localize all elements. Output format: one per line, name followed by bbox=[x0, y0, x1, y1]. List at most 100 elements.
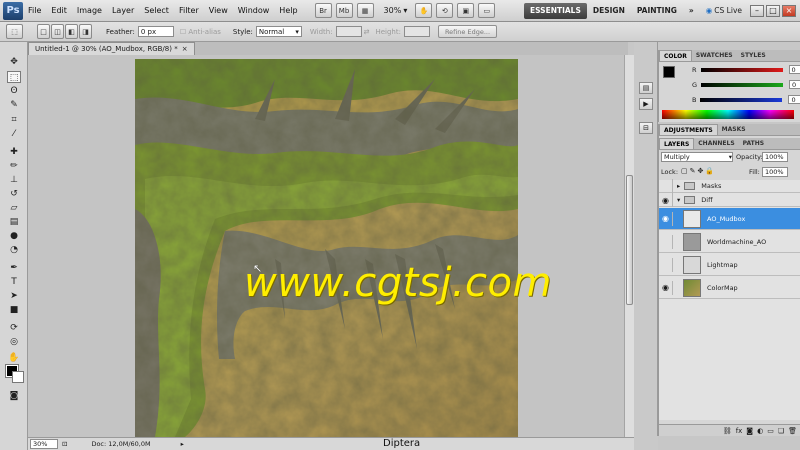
mask-icon[interactable]: ◙ bbox=[746, 427, 753, 435]
blend-mode-select[interactable]: Multiply ▾ bbox=[661, 152, 733, 162]
path-selection-tool-icon[interactable]: ➤ bbox=[7, 290, 21, 302]
view-extras-button[interactable]: ▦ bbox=[356, 3, 374, 18]
tab-channels[interactable]: CHANNELS bbox=[694, 138, 738, 149]
workspace-essentials[interactable]: ESSENTIALS bbox=[523, 2, 587, 19]
layer-group-diff[interactable]: ◉ ▾ Diff bbox=[659, 193, 800, 207]
tab-masks[interactable]: MASKS bbox=[718, 124, 750, 135]
pen-tool-icon[interactable]: ✒ bbox=[7, 262, 21, 274]
chevron-right-icon[interactable]: ▸ bbox=[677, 182, 680, 190]
menu-filter[interactable]: Filter bbox=[174, 6, 204, 15]
visibility-toggle[interactable] bbox=[659, 234, 673, 249]
eye-icon[interactable]: ◉ bbox=[659, 211, 673, 226]
menu-select[interactable]: Select bbox=[139, 6, 174, 15]
3d-rotate-tool-icon[interactable]: ⟳ bbox=[7, 322, 21, 334]
menu-edit[interactable]: Edit bbox=[46, 6, 72, 15]
menu-file[interactable]: File bbox=[23, 6, 46, 15]
tab-color[interactable]: COLOR bbox=[659, 50, 692, 61]
gradient-tool-icon[interactable]: ▤ bbox=[7, 216, 21, 228]
chevron-down-icon[interactable]: ▾ bbox=[677, 196, 680, 204]
new-selection-button[interactable]: □ bbox=[37, 24, 50, 39]
opacity-input[interactable]: 100% bbox=[762, 152, 788, 162]
color-spectrum-ramp[interactable] bbox=[662, 110, 794, 119]
link-icon[interactable]: ⛓ bbox=[723, 427, 732, 435]
fx-icon[interactable]: fx bbox=[736, 427, 743, 435]
history-brush-tool-icon[interactable]: ↺ bbox=[7, 188, 21, 200]
feather-input[interactable]: 0 px bbox=[137, 26, 174, 37]
fill-input[interactable]: 100% bbox=[762, 167, 788, 177]
new-layer-icon[interactable]: ❏ bbox=[778, 427, 784, 435]
folder-icon[interactable]: ▭ bbox=[767, 427, 774, 435]
hand-tool-icon[interactable]: ✋ bbox=[7, 352, 21, 364]
menu-image[interactable]: Image bbox=[72, 6, 107, 15]
healing-brush-tool-icon[interactable]: ✚ bbox=[7, 146, 21, 158]
scrollbar-thumb[interactable] bbox=[626, 175, 633, 305]
tool-preset-picker[interactable]: ⬚ bbox=[6, 24, 23, 39]
intersect-selection-button[interactable]: ◨ bbox=[79, 24, 92, 39]
tab-styles[interactable]: STYLES bbox=[737, 50, 770, 61]
color-b-input[interactable]: 0 bbox=[788, 95, 800, 104]
close-icon[interactable]: × bbox=[182, 45, 188, 53]
move-tool-icon[interactable]: ✥ bbox=[7, 56, 21, 68]
clone-stamp-tool-icon[interactable]: ⊥ bbox=[7, 174, 21, 186]
status-arrow-icon[interactable]: ▸ bbox=[181, 440, 184, 448]
menu-window[interactable]: Window bbox=[233, 6, 275, 15]
adjustment-icon[interactable]: ◐ bbox=[757, 427, 763, 435]
width-input[interactable] bbox=[335, 26, 362, 37]
workspace-more[interactable]: » bbox=[683, 3, 700, 19]
trash-icon[interactable]: 🗑 bbox=[788, 427, 797, 435]
color-g-input[interactable]: 0 bbox=[789, 80, 800, 89]
background-color-swatch[interactable] bbox=[12, 371, 24, 383]
rotate-view-button[interactable]: ⟲ bbox=[436, 3, 454, 18]
canvas-area[interactable]: www.cgtsj.com ↖ bbox=[28, 55, 624, 437]
subtract-selection-button[interactable]: ◧ bbox=[65, 24, 78, 39]
dodge-tool-icon[interactable]: ◔ bbox=[7, 244, 21, 256]
refine-edge-button[interactable]: Refine Edge... bbox=[437, 25, 498, 38]
menu-help[interactable]: Help bbox=[274, 6, 302, 15]
menu-layer[interactable]: Layer bbox=[107, 6, 139, 15]
crop-tool-icon[interactable]: ⌗ bbox=[7, 114, 21, 126]
history-panel-icon[interactable]: ▤ bbox=[639, 82, 653, 94]
color-g-slider[interactable] bbox=[701, 82, 784, 87]
blur-tool-icon[interactable]: ● bbox=[7, 230, 21, 242]
zoom-level-select[interactable]: 30% ▾ bbox=[384, 6, 408, 15]
color-r-input[interactable]: 0 bbox=[788, 65, 800, 74]
eyedropper-tool-icon[interactable]: ⁄ bbox=[7, 128, 21, 140]
tab-swatches[interactable]: SWATCHES bbox=[692, 50, 737, 61]
close-button[interactable]: × bbox=[782, 4, 796, 17]
document-tab[interactable]: Untitled-1 @ 30% (AO_Mudbox, RGB/8) * × bbox=[28, 42, 195, 55]
3d-orbit-tool-icon[interactable]: ◎ bbox=[7, 336, 21, 348]
workspace-design[interactable]: DESIGN bbox=[587, 3, 631, 19]
maximize-button[interactable]: □ bbox=[766, 4, 780, 17]
document-canvas[interactable] bbox=[135, 59, 518, 437]
arrange-documents-button[interactable]: ▣ bbox=[457, 3, 475, 18]
status-nav-icon[interactable]: ⊡ bbox=[62, 440, 67, 448]
layer-row-worldmachine-ao[interactable]: Worldmachine_AO bbox=[659, 231, 800, 253]
antialias-checkbox[interactable]: ☐ Anti-alias bbox=[180, 28, 221, 36]
layer-row-colormap[interactable]: ◉ ColorMap bbox=[659, 277, 800, 299]
menu-view[interactable]: View bbox=[204, 6, 233, 15]
bridge-button[interactable]: Br bbox=[314, 3, 332, 18]
shape-tool-icon[interactable]: ■ bbox=[7, 304, 21, 316]
quick-selection-tool-icon[interactable]: ✎ bbox=[7, 99, 21, 111]
marquee-tool-icon[interactable]: ⬚ bbox=[7, 71, 21, 83]
hand-tool-button[interactable]: ✋ bbox=[415, 3, 433, 18]
eraser-tool-icon[interactable]: ▱ bbox=[7, 202, 21, 214]
workspace-painting[interactable]: PAINTING bbox=[631, 3, 683, 19]
screen-mode-button[interactable]: ▭ bbox=[478, 3, 496, 18]
lasso-tool-icon[interactable]: ʘ bbox=[7, 85, 21, 97]
layer-row-ao-mudbox[interactable]: ◉ AO_Mudbox bbox=[659, 208, 800, 230]
mini-bridge-button[interactable]: Mb bbox=[335, 3, 353, 18]
properties-panel-icon[interactable]: ⊟ bbox=[639, 122, 653, 134]
layer-row-lightmap[interactable]: Lightmap bbox=[659, 254, 800, 276]
add-selection-button[interactable]: ◫ bbox=[51, 24, 64, 39]
status-zoom-input[interactable]: 30% bbox=[30, 439, 58, 449]
tab-adjustments[interactable]: ADJUSTMENTS bbox=[659, 124, 718, 135]
type-tool-icon[interactable]: T bbox=[7, 276, 21, 288]
minimize-button[interactable]: – bbox=[750, 4, 764, 17]
color-r-slider[interactable] bbox=[700, 67, 783, 72]
layer-group-masks[interactable]: ▸ Masks bbox=[659, 179, 800, 193]
color-b-slider[interactable] bbox=[700, 97, 783, 102]
brush-tool-icon[interactable]: ✏ bbox=[7, 160, 21, 172]
eye-icon[interactable]: ◉ bbox=[659, 280, 673, 295]
visibility-toggle[interactable] bbox=[659, 257, 673, 272]
